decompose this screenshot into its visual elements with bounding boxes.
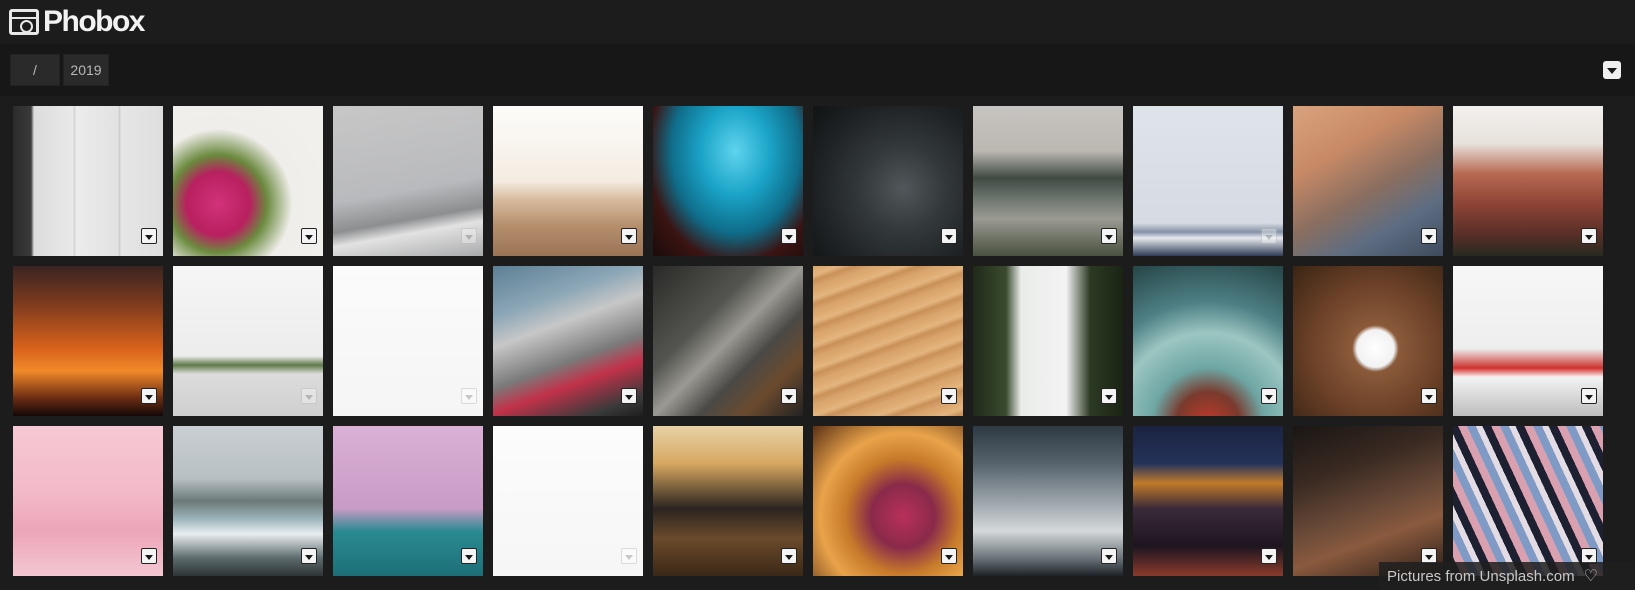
photo-thumbnail-colorful-facade[interactable] — [1453, 426, 1603, 576]
download-icon[interactable] — [941, 228, 957, 244]
app-logo-text: Phobox — [43, 5, 146, 38]
photo-thumbnail-pink-flowers[interactable] — [813, 426, 963, 576]
photo-thumbnail-dark-leaf[interactable] — [813, 106, 963, 256]
download-icon[interactable] — [941, 388, 957, 404]
credit-footer: Pictures from Unsplash.com ♡ — [1379, 562, 1635, 590]
download-icon[interactable] — [1101, 228, 1117, 244]
download-icon[interactable] — [461, 548, 477, 564]
download-icon[interactable] — [1261, 388, 1277, 404]
photo-thumbnail-night-city[interactable] — [1133, 426, 1283, 576]
download-icon[interactable] — [1421, 228, 1437, 244]
download-icon[interactable] — [621, 548, 637, 564]
download-icon[interactable] — [781, 228, 797, 244]
download-icon[interactable] — [1581, 388, 1597, 404]
photo-thumbnail-blue-concert[interactable] — [653, 106, 803, 256]
breadcrumb-year[interactable]: 2019 — [63, 54, 109, 86]
photo-thumbnail-red-rocks[interactable] — [1453, 106, 1603, 256]
photo-thumbnail-white-building[interactable] — [173, 266, 323, 416]
app-header: Phobox — [0, 0, 1635, 44]
download-icon[interactable] — [301, 548, 317, 564]
photo-thumbnail-city-street[interactable] — [493, 266, 643, 416]
photo-thumbnail-pink-wall-door[interactable] — [333, 426, 483, 576]
download-icon[interactable] — [461, 228, 477, 244]
photo-thumbnail-glass-dome[interactable] — [1133, 266, 1283, 416]
download-icon[interactable] — [781, 548, 797, 564]
download-icon[interactable] — [141, 228, 157, 244]
photo-thumbnail-snow-peak[interactable] — [1133, 106, 1283, 256]
photo-thumbnail-blank-white[interactable] — [333, 266, 483, 416]
photo-thumbnail-forest-sky[interactable] — [973, 266, 1123, 416]
download-icon[interactable] — [1101, 388, 1117, 404]
photo-thumbnail-japanese-sign[interactable] — [1453, 266, 1603, 416]
photo-thumbnail-desert-dunes[interactable] — [493, 106, 643, 256]
breadcrumb-root[interactable]: / — [10, 54, 60, 86]
download-icon[interactable] — [1261, 228, 1277, 244]
credit-text: Pictures from Unsplash.com — [1387, 567, 1575, 585]
photo-thumbnail-window-bw[interactable] — [13, 106, 163, 256]
photo-thumbnail-motorcycle[interactable] — [653, 426, 803, 576]
photo-thumbnail-sand-ripples[interactable] — [813, 266, 963, 416]
photo-thumbnail-coast-rocks[interactable] — [173, 426, 323, 576]
photo-grid — [13, 106, 1603, 576]
download-icon[interactable] — [301, 228, 317, 244]
photo-thumbnail-blank-white-2[interactable] — [493, 426, 643, 576]
download-icon[interactable] — [621, 228, 637, 244]
download-icon[interactable] — [301, 388, 317, 404]
photo-thumbnail-cloudy-sky[interactable] — [973, 426, 1123, 576]
breadcrumb: / 2019 — [0, 44, 1635, 96]
photo-thumbnail-grey-sky-roof[interactable] — [333, 106, 483, 256]
download-icon[interactable] — [781, 388, 797, 404]
photo-thumbnail-lake-mountain[interactable] — [973, 106, 1123, 256]
download-icon[interactable] — [1101, 548, 1117, 564]
photo-thumbnail-sunset-sky[interactable] — [13, 266, 163, 416]
download-icon[interactable] — [621, 388, 637, 404]
download-icon[interactable] — [141, 388, 157, 404]
download-icon[interactable] — [1581, 228, 1597, 244]
download-icon[interactable] — [141, 548, 157, 564]
download-icon[interactable] — [941, 548, 957, 564]
photo-thumbnail-wood-table-book[interactable] — [1293, 266, 1443, 416]
photo-thumbnail-old-building[interactable] — [1293, 426, 1443, 576]
dropdown-menu-button[interactable] — [1603, 61, 1621, 79]
download-icon[interactable] — [1261, 548, 1277, 564]
photo-thumbnail-feet-sand[interactable] — [1293, 106, 1443, 256]
heart-icon[interactable]: ♡ — [1584, 566, 1598, 586]
camera-logo-icon — [9, 9, 39, 35]
photo-thumbnail-peonies[interactable] — [173, 106, 323, 256]
download-icon[interactable] — [461, 388, 477, 404]
photo-thumbnail-traffic-aerial[interactable] — [653, 266, 803, 416]
photo-thumbnail-pink-bath[interactable] — [13, 426, 163, 576]
download-icon[interactable] — [1421, 388, 1437, 404]
